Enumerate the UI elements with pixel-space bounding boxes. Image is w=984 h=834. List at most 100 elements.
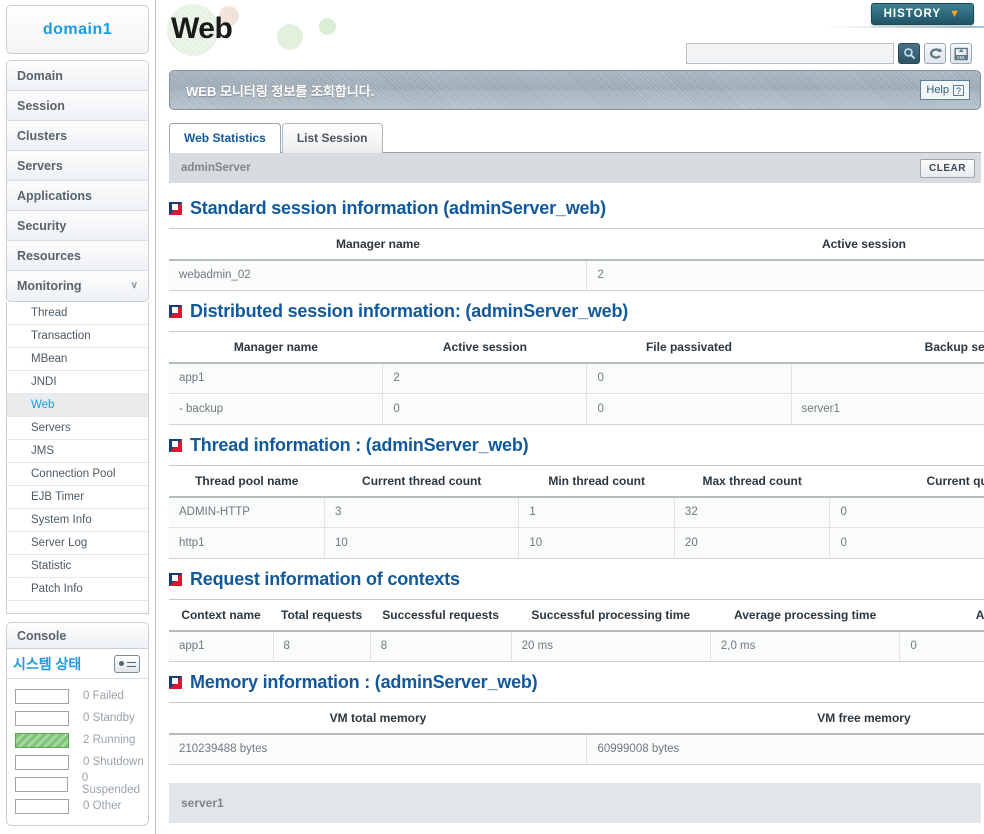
table-row[interactable]: app1 2 0	[169, 362, 984, 394]
decoration-bubble-green-small	[319, 18, 336, 35]
status-bar-suspended	[15, 776, 68, 792]
submenu-item-statistic[interactable]: Statistic	[7, 555, 148, 578]
table-cell: 0	[586, 362, 792, 394]
server-selector-row: adminServer CLEAR	[169, 153, 981, 183]
column-header: Max thread count	[674, 465, 830, 498]
status-row-suspended: 0 Suspended	[7, 772, 148, 796]
status-row-other: 0 Other	[7, 795, 148, 817]
table-cell: 8	[273, 630, 371, 662]
tab-web-statistics[interactable]: Web Statistics	[169, 123, 281, 153]
column-header: Thread pool name	[169, 465, 325, 498]
submenu-item-servers[interactable]: Servers	[7, 417, 148, 440]
help-button[interactable]: Help ?	[920, 80, 970, 100]
column-header: Average processing time	[710, 599, 900, 632]
table-row[interactable]: app1 8 8 20 ms 2,0 ms 0	[169, 630, 984, 662]
submenu-item-patch-info[interactable]: Patch Info	[7, 578, 148, 601]
page-header: Web HISTORY ▼ XML	[157, 0, 984, 68]
system-status-rows: 0 Failed 0 Standby 2 Running 0 Shutdown 0 Su…	[7, 679, 148, 825]
table-cell: 0	[829, 527, 984, 559]
domain-card: domain1	[6, 5, 149, 54]
table-cell: server1	[791, 393, 984, 425]
status-bar-shutdown	[15, 754, 69, 770]
status-count: 0	[83, 690, 90, 702]
status-name: Failed	[92, 690, 124, 702]
column-header: VM free memory	[586, 702, 984, 735]
sidebar-item-applications[interactable]: Applications	[7, 181, 148, 211]
table-row[interactable]: webadmin_02 2	[169, 259, 984, 291]
sidebar-item-clusters[interactable]: Clusters	[7, 121, 148, 151]
xml-export-icon[interactable]: XML	[950, 43, 972, 64]
status-label-other: 0 Other	[83, 800, 121, 812]
sidebar-item-console[interactable]: Console	[6, 622, 149, 649]
table-cell: 20 ms	[511, 630, 711, 662]
search-input[interactable]	[686, 43, 894, 64]
table-header-row: Manager name Active session	[169, 228, 984, 261]
sidebar-item-security[interactable]: Security	[7, 211, 148, 241]
data-table: Context name Total requests Successful req…	[169, 599, 984, 662]
status-name: Other	[92, 800, 122, 812]
section-title-text: Request information of contexts	[190, 568, 460, 589]
table-cell: 2	[382, 362, 588, 394]
sidebar-item-resources[interactable]: Resources	[7, 241, 148, 271]
table-cell: 0	[382, 393, 588, 425]
table-row[interactable]: ADMIN-HTTP 3 1 32 0	[169, 496, 984, 528]
sidebar-item-label: Servers	[17, 159, 63, 173]
column-header: Manager name	[169, 331, 383, 364]
submenu-item-web[interactable]: Web	[7, 394, 148, 417]
sidebar-item-session[interactable]: Session	[7, 91, 148, 121]
submenu-item-thread[interactable]: Thread	[7, 302, 148, 325]
column-header: Active session	[586, 228, 984, 261]
sidebar-item-domain[interactable]: Domain	[7, 61, 148, 91]
table-cell: 0	[829, 496, 984, 528]
submenu-item-jms[interactable]: JMS	[7, 440, 148, 463]
submenu-item-server-log[interactable]: Server Log	[7, 532, 148, 555]
table-cell: 0	[899, 630, 984, 662]
table-cell: 60999008 bytes	[586, 733, 984, 765]
sidebar-item-monitoring[interactable]: Monitoring ∨	[7, 271, 148, 301]
column-header: Total requests	[273, 599, 371, 632]
status-row-failed: 0 Failed	[7, 685, 148, 707]
status-count: 0	[83, 712, 90, 724]
monitoring-submenu: Thread Transaction MBean JNDI Web Servers JMS C…	[6, 302, 149, 614]
table-row[interactable]: - backup 0 0 server1	[169, 393, 984, 425]
main-content: Web HISTORY ▼ XML WEB 모니터링 정보를 조회합니다. He…	[157, 0, 984, 834]
monitor-icon[interactable]	[114, 654, 140, 673]
history-button[interactable]: HISTORY ▼	[870, 3, 974, 25]
search-icon[interactable]	[898, 43, 920, 64]
table-cell: http1	[169, 527, 326, 559]
table-cell: 8	[370, 630, 512, 662]
column-header: Manager name	[169, 228, 587, 261]
table-cell: 20	[674, 527, 831, 559]
submenu-item-jndi[interactable]: JNDI	[7, 371, 148, 394]
sidebar-item-label: Session	[17, 99, 65, 113]
sidebar-item-label: Resources	[17, 249, 81, 263]
table-cell: ADMIN-HTTP	[169, 496, 326, 528]
submenu-item-ejb-timer[interactable]: EJB Timer	[7, 486, 148, 509]
table-cell: 1	[518, 496, 675, 528]
info-banner: WEB 모니터링 정보를 조회합니다. Help ?	[169, 70, 981, 110]
table-cell: 3	[324, 496, 520, 528]
table-cell: app1	[169, 362, 384, 394]
submenu-item-system-info[interactable]: System Info	[7, 509, 148, 532]
submenu-item-connection-pool[interactable]: Connection Pool	[7, 463, 148, 486]
submenu-item-mbean[interactable]: MBean	[7, 348, 148, 371]
section: Memory information : (adminServer_web) VM…	[169, 662, 984, 765]
sidebar-item-label: Security	[17, 219, 67, 233]
tab-list-session[interactable]: List Session	[281, 123, 383, 153]
status-bar-failed	[15, 688, 69, 704]
column-header: Async requests	[899, 599, 984, 632]
sidebar-item-servers[interactable]: Servers	[7, 151, 148, 181]
table-row[interactable]: http1 10 10 20 0	[169, 527, 984, 559]
section-title-text: Distributed session information: (adminS…	[190, 300, 629, 321]
clear-button[interactable]: CLEAR	[920, 158, 975, 178]
column-header: VM total memory	[169, 702, 587, 735]
submenu-item-transaction[interactable]: Transaction	[7, 325, 148, 348]
status-bar-other	[15, 798, 69, 814]
sidebar-item-label: Domain	[17, 69, 63, 83]
refresh-icon[interactable]	[924, 43, 946, 64]
system-status-panel: 시스템 상태 0 Failed 0 Standby 2 Running 0 Shutd…	[6, 649, 149, 826]
status-row-standby: 0 Standby	[7, 707, 148, 729]
table-row[interactable]: 210239488 bytes 60999008 bytes	[169, 733, 984, 765]
table-cell: 32	[674, 496, 831, 528]
chevron-down-icon: ▼	[949, 8, 961, 20]
